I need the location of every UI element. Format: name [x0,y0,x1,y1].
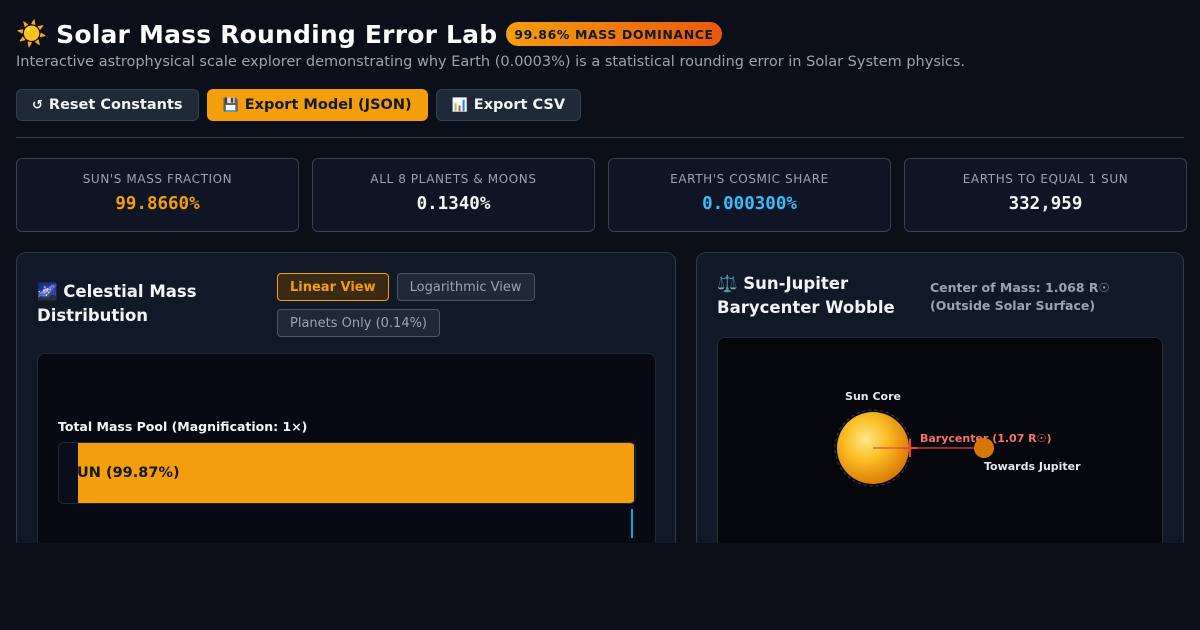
planets-only-button[interactable]: Planets Only (0.14%) [277,309,441,337]
mass-pool-chart: Total Mass Pool (Magnification: 1×) UN (… [37,353,656,543]
mass-pool-track: UN (99.87%) [58,442,636,504]
floppy-disk-icon: 💾 [222,97,239,113]
stat-label: EARTHS TO EQUAL 1 SUN [962,172,1129,186]
stat-label: ALL 8 PLANETS & MOONS [370,172,537,186]
sun-mass-bar[interactable]: UN (99.87%) [78,443,634,503]
page-header: ☀️ Solar Mass Rounding Error Lab 99.86% … [16,18,1184,70]
bar-chart-icon: 📊 [451,97,468,113]
barycenter-panel: ⚖️ Sun-Jupiter Barycenter Wobble Center … [696,252,1184,543]
export-csv-label: Export CSV [473,97,566,113]
sun-core-label: Sun Core [845,390,901,403]
stat-card-earths-per-sun: EARTHS TO EQUAL 1 SUN 332,959 [904,158,1187,232]
planets-mass-marker [631,509,633,538]
mass-distribution-panel: 🌌 Celestial Mass Distribution Linear Vie… [16,252,676,543]
view-toggle-group: Linear View Logarithmic View Planets Onl… [277,273,557,337]
export-json-button[interactable]: 💾 Export Model (JSON) [206,89,428,121]
header-divider [16,137,1184,138]
sun-icon: ☀️ [16,19,48,48]
barycenter-title: ⚖️ Sun-Jupiter Barycenter Wobble [717,274,895,317]
center-of-mass-readout: Center of Mass: 1.068 R☉ (Outside Solar … [930,280,1110,313]
towards-jupiter-label: Towards Jupiter [984,460,1081,473]
stat-label: EARTH'S COSMIC SHARE [670,172,829,186]
app-viewport: ☀️ Solar Mass Rounding Error Lab 99.86% … [0,0,1200,543]
stat-value: 0.000300% [702,194,797,214]
stat-value: 99.8660% [115,194,200,214]
reset-icon: ↺ [32,97,43,113]
export-csv-button[interactable]: 📊 Export CSV [435,89,582,121]
jupiter-direction-marker [974,438,994,458]
page-title: Solar Mass Rounding Error Lab [56,19,498,49]
stat-card-sun-fraction: SUN'S MASS FRACTION 99.8660% [16,158,299,232]
page-subtitle: Interactive astrophysical scale explorer… [16,54,966,70]
stat-card-planets-moons: ALL 8 PLANETS & MOONS 0.1340% [312,158,595,232]
mass-dominance-badge: 99.86% MASS DOMINANCE [506,22,722,46]
export-json-label: Export Model (JSON) [244,97,412,113]
stats-row: SUN'S MASS FRACTION 99.8660% ALL 8 PLANE… [16,158,1187,232]
sun-mass-bar-label: UN (99.87%) [78,465,180,481]
barycenter-visualization: Sun Core Barycenter (1.07 R☉) Towards Ju… [717,337,1163,543]
mass-pool-label: Total Mass Pool (Magnification: 1×) [58,419,308,434]
logarithmic-view-button[interactable]: Logarithmic View [396,273,535,301]
stat-card-earth-share: EARTH'S COSMIC SHARE 0.000300% [608,158,891,232]
barycenter-diagram: Sun Core Barycenter (1.07 R☉) Towards Ju… [834,390,1081,487]
toolbar: ↺ Reset Constants 💾 Export Model (JSON) … [16,89,582,121]
linear-view-button[interactable]: Linear View [277,273,389,301]
stat-label: SUN'S MASS FRACTION [82,172,233,186]
reset-constants-label: Reset Constants [48,97,183,113]
reset-constants-button[interactable]: ↺ Reset Constants [16,89,199,121]
stat-value: 0.1340% [416,194,491,214]
stat-value: 332,959 [1008,194,1083,214]
mass-distribution-title: 🌌 Celestial Mass Distribution [37,282,197,325]
title-row: ☀️ Solar Mass Rounding Error Lab 99.86% … [16,18,1184,50]
